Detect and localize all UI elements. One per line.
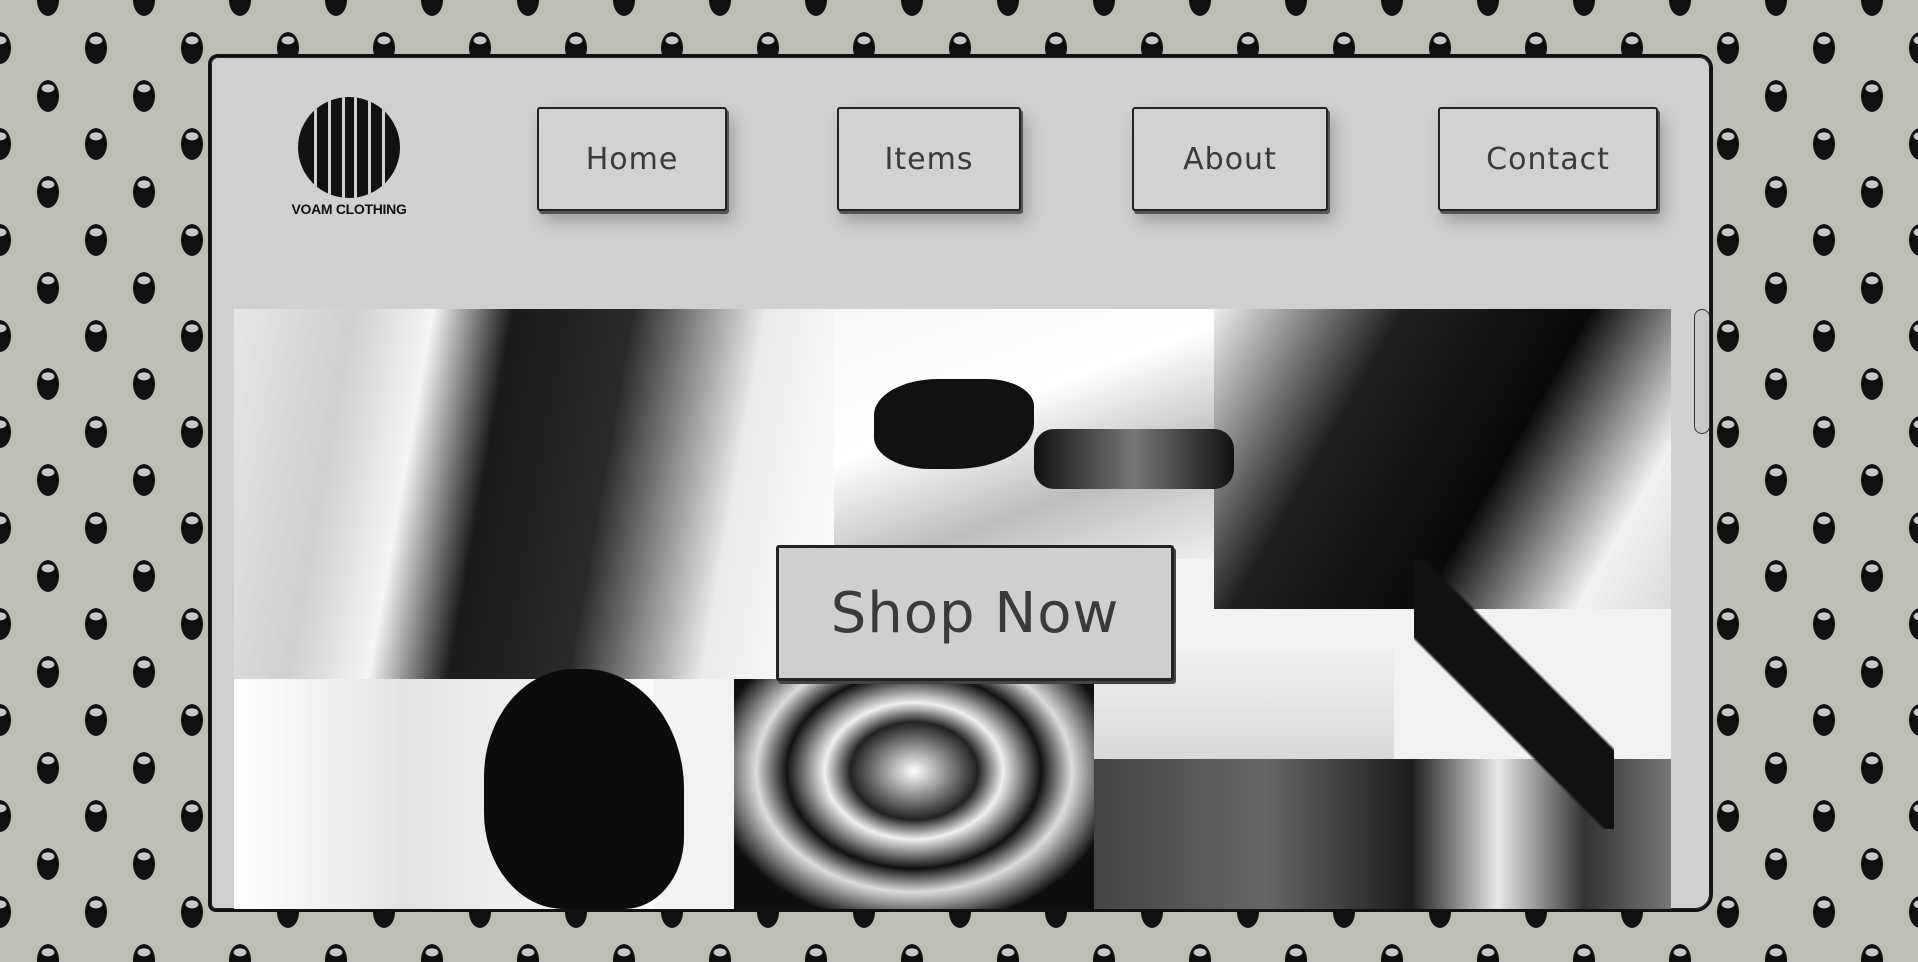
nav-home-button[interactable]: Home xyxy=(537,107,727,211)
nav-contact-button[interactable]: Contact xyxy=(1438,107,1658,211)
scrollbar-thumb[interactable] xyxy=(1694,309,1710,434)
brand-name: VOAM CLOTHING xyxy=(291,201,407,217)
voam-circle-logo-icon xyxy=(298,97,400,198)
site-window: VOAM CLOTHING Home Items About Contact S… xyxy=(208,54,1713,912)
nav-about-button[interactable]: About xyxy=(1132,107,1328,211)
shop-now-button[interactable]: Shop Now xyxy=(776,545,1174,681)
hero-banner: Shop Now xyxy=(234,309,1671,909)
nav-items-button[interactable]: Items xyxy=(837,107,1021,211)
brand-logo[interactable]: VOAM CLOTHING xyxy=(291,97,407,217)
